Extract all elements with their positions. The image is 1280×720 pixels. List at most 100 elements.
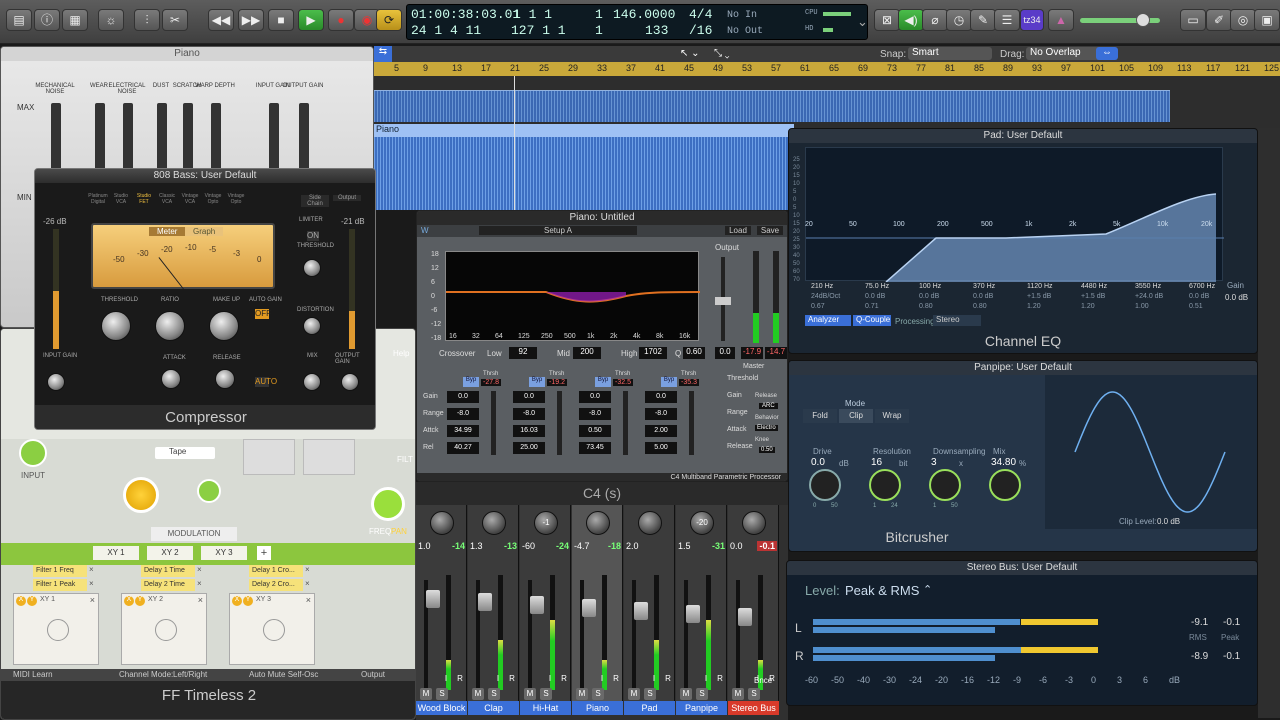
mod-target[interactable]: Delay 2 Cro... (249, 579, 303, 591)
xy-close-icon[interactable]: × (90, 595, 95, 605)
add-xy-button[interactable]: + (257, 546, 271, 560)
volume-fader[interactable] (632, 580, 648, 690)
bounce-button[interactable]: Bnce (754, 676, 772, 685)
bc-param-value[interactable]: 16 (871, 457, 882, 468)
arc-button[interactable]: ARC (759, 403, 778, 409)
volume-value[interactable]: 1.3 (470, 541, 483, 551)
xy-close-icon[interactable]: × (306, 595, 311, 605)
eq-band-value[interactable]: 0.0 dB (973, 293, 993, 300)
xy-target-icon[interactable] (47, 619, 69, 641)
channel-name[interactable]: Panpipe (676, 701, 727, 715)
solo-button[interactable]: S (488, 688, 500, 700)
comp-mode-button[interactable]: Vintage Opto (225, 193, 247, 205)
channel-name[interactable]: Piano (572, 701, 623, 715)
metronome-icon[interactable]: ▲ (1048, 9, 1074, 31)
mix-knob[interactable] (303, 373, 321, 391)
volume-value[interactable]: 1.5 (678, 541, 691, 551)
band-param-field[interactable]: 34.99 (447, 425, 479, 437)
band-threshold-value[interactable]: -32.5 (613, 379, 633, 386)
mod-remove-icon[interactable]: × (197, 579, 202, 588)
midi-learn-button[interactable]: MIDI Learn (13, 670, 53, 679)
alert-icon[interactable]: ⊠ (874, 9, 900, 31)
eq-band-value[interactable]: +1.5 dB (1081, 293, 1105, 300)
band-threshold-value[interactable]: -35.3 (679, 379, 699, 386)
notepad-icon[interactable]: ▭ (1180, 9, 1206, 31)
solo-button[interactable]: S (540, 688, 552, 700)
output-gain-knob[interactable] (341, 373, 359, 391)
volume-fader[interactable] (684, 580, 700, 690)
comp-mode-button[interactable]: Vintage Opto (202, 193, 224, 205)
modulation-tab[interactable]: MODULATION (151, 527, 237, 541)
mute-button[interactable]: M (732, 688, 744, 700)
pan-knob[interactable] (430, 511, 454, 535)
xy-pad[interactable]: XY 2 × X Y (121, 593, 207, 665)
band-param-field[interactable]: 0.0 (645, 391, 677, 403)
channel-name[interactable]: Wood Block (416, 701, 467, 715)
mute-button[interactable]: M (576, 688, 588, 700)
bc-knob[interactable] (929, 469, 961, 501)
eq-band-value[interactable]: 0.67 (811, 303, 825, 310)
mod-target[interactable]: Delay 1 Cro... (249, 565, 303, 577)
xy-select-button[interactable]: XY 3 (201, 546, 247, 560)
qcouple-button[interactable]: Q-Couple (853, 315, 891, 326)
mute-button[interactable]: M (680, 688, 692, 700)
volume-fader[interactable] (424, 580, 440, 690)
channel-mode-select[interactable]: Left/Right (173, 670, 207, 679)
library-icon[interactable]: ▤ (6, 9, 32, 31)
channel-name[interactable]: Clap (468, 701, 519, 715)
fader-cap[interactable] (634, 602, 648, 620)
distortion-knob[interactable] (303, 317, 321, 335)
band-threshold-value[interactable]: -27.8 (481, 379, 501, 386)
input-knob[interactable] (19, 439, 47, 467)
filter-shape-2[interactable] (303, 439, 355, 475)
input-monitor-button[interactable]: I (700, 673, 712, 685)
input-monitor-button[interactable]: I (492, 673, 504, 685)
cycle-button[interactable]: ⟳ (376, 9, 402, 31)
eq-band-value[interactable]: 24dB/Oct (811, 293, 840, 300)
pan-knob[interactable] (638, 511, 662, 535)
xy-select-button[interactable]: XY 1 (93, 546, 139, 560)
eq-band-value[interactable]: 0.0 dB (919, 293, 939, 300)
bar-ruler[interactable]: 5 9 13 17 21 25 29 33 37 41 45 49 53 57 61 65 69 73 77 81 85… (374, 62, 1280, 76)
mod-remove-icon[interactable]: × (197, 565, 202, 574)
mute-button[interactable]: M (472, 688, 484, 700)
band-param-field[interactable]: 25.00 (513, 442, 545, 454)
bc-param-value[interactable]: 34.80 (991, 457, 1016, 468)
channel-name[interactable]: Pad (624, 701, 675, 715)
band-bypass-button[interactable]: Byp (595, 377, 611, 387)
load-button[interactable]: Load (725, 226, 751, 235)
record-enable-button[interactable]: R (558, 673, 570, 685)
mode-button[interactable]: Fold (803, 409, 837, 423)
record-enable-button[interactable]: R (714, 673, 726, 685)
input-monitor-button[interactable]: I (440, 673, 452, 685)
input-monitor-button[interactable]: I (596, 673, 608, 685)
comp-mode-button[interactable]: Vintage VCA (179, 193, 201, 205)
master-volume-knob[interactable] (1136, 13, 1150, 27)
mod-remove-icon[interactable]: × (305, 565, 310, 574)
band-param-field[interactable]: 16.03 (513, 425, 545, 437)
pan-knob[interactable]: -1 (534, 511, 558, 535)
high-crossover-field[interactable]: 1702 (639, 347, 667, 359)
channel-name[interactable]: Hi-Hat (520, 701, 571, 715)
edit-icon[interactable]: ✐ (1206, 9, 1232, 31)
piano-region[interactable] (374, 136, 794, 210)
editors-icon[interactable]: ✂ (162, 9, 188, 31)
eq-gain-value[interactable]: 0.0 dB (1225, 293, 1248, 302)
volume-value[interactable]: 2.0 (626, 541, 639, 551)
volume-fader[interactable] (580, 580, 596, 690)
input-monitor-button[interactable]: I (544, 673, 556, 685)
low-crossover-field[interactable]: 92 (509, 347, 537, 359)
pan-knob[interactable] (482, 511, 506, 535)
comp-tab[interactable]: Side Chain (301, 195, 329, 207)
pan-knob[interactable] (586, 511, 610, 535)
comp-mode-button[interactable]: Studio FET (133, 193, 155, 205)
solo-button[interactable]: S (696, 688, 708, 700)
lcd-chevron-icon[interactable]: ⌄ (857, 15, 868, 30)
comp-mode-button[interactable]: Studio VCA (110, 193, 132, 205)
eq-band-value[interactable]: 0.71 (865, 303, 879, 310)
zoom-waveform-icon[interactable]: ⇔ (1096, 47, 1118, 60)
preset-select[interactable]: Setup A (479, 226, 637, 235)
eq-band-value[interactable]: 0.51 (1189, 303, 1203, 310)
record-enable-button[interactable]: R (662, 673, 674, 685)
eq-band-value[interactable]: 3550 Hz (1135, 283, 1161, 290)
